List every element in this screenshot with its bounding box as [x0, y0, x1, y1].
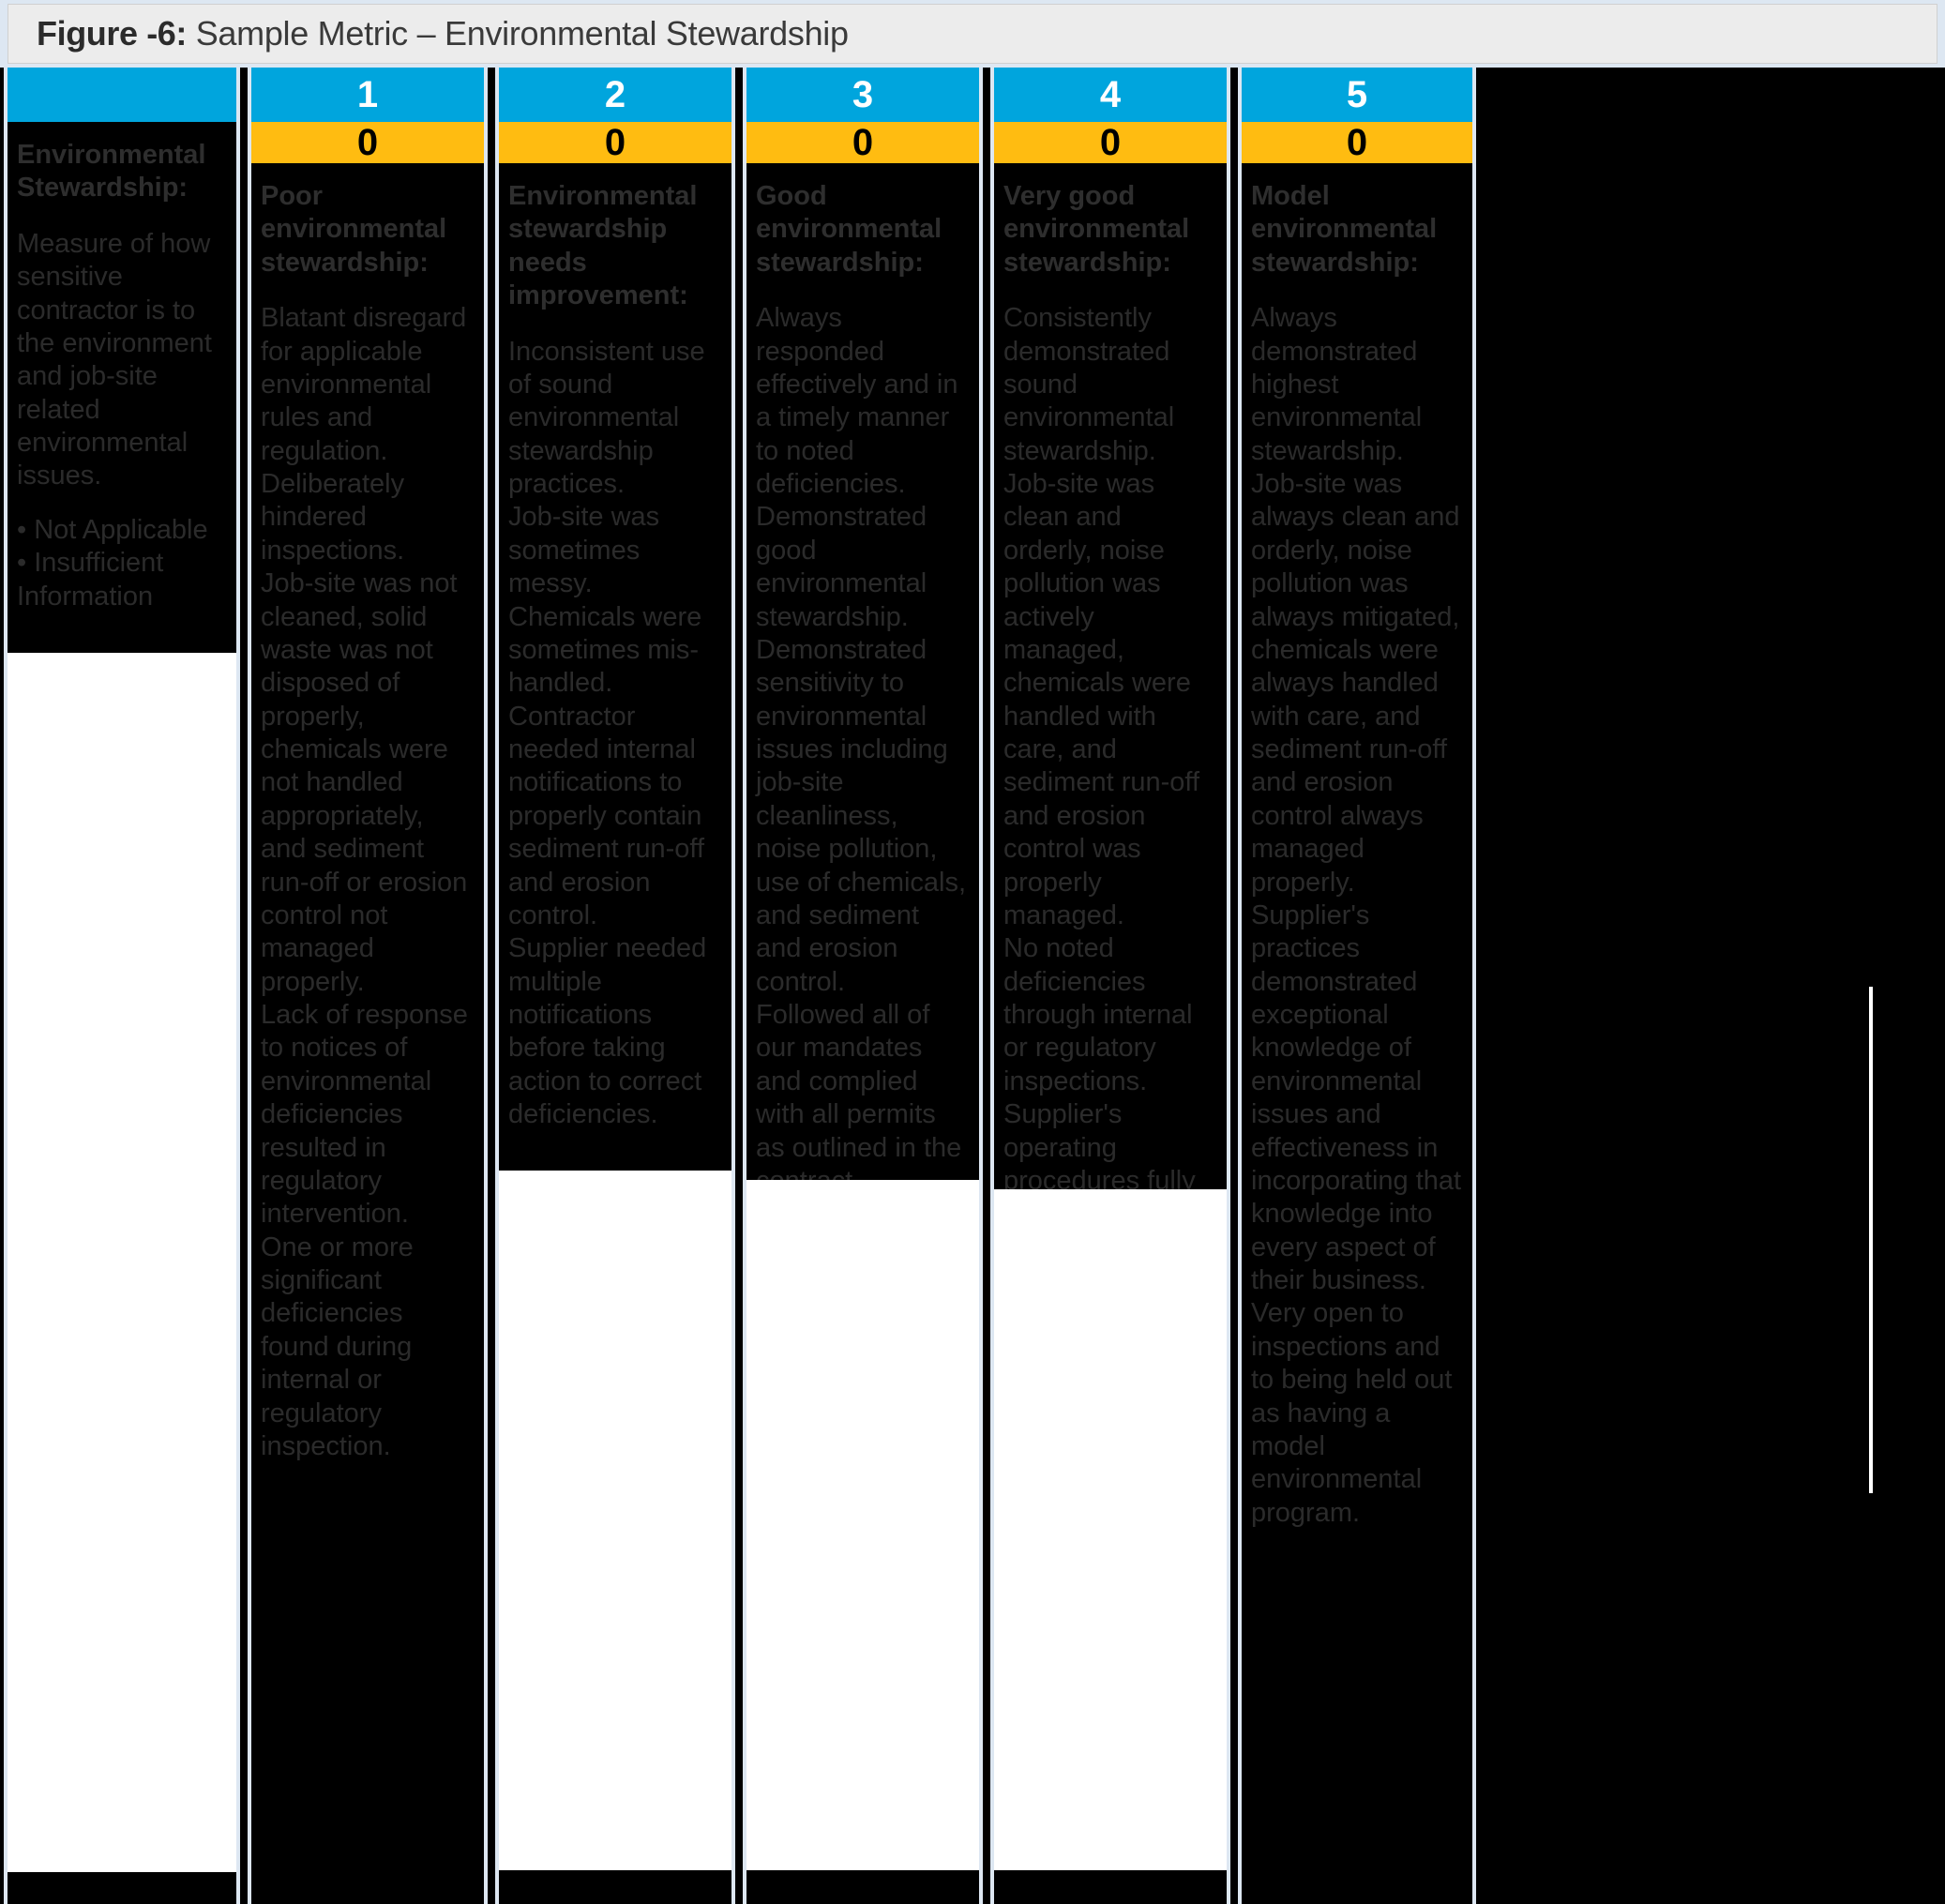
rating-heading-5: Model environmental stewardship: — [1251, 181, 1438, 278]
column-foot-1 — [251, 1863, 484, 1904]
rating-heading-3: Good environmental stewardship: — [756, 181, 942, 278]
rating-scale-board: Environmental Stewardship: Measure of ho… — [0, 68, 1945, 1904]
column-foot-3 — [746, 1870, 979, 1904]
column-number-badge-0 — [8, 68, 236, 122]
list-item: Not Applicable — [17, 514, 227, 547]
column-rating-1: 1 0 Poor environmental stewardship: Blat… — [248, 68, 488, 1904]
column-number-badge-4: 4 — [994, 68, 1227, 122]
rating-panel-5: Model environmental stewardship: Always … — [1242, 163, 1472, 1904]
figure-number-label: Figure -6: — [37, 14, 188, 53]
rating-body-5: Always demonstrated highest environmenta… — [1251, 303, 1462, 1528]
metric-definition-panel: Environmental Stewardship: Measure of ho… — [8, 122, 236, 653]
rating-body-4: Consistently demonstrated sound environm… — [1003, 303, 1200, 1189]
figure-page: Figure -6: Sample Metric – Environmental… — [0, 0, 1945, 1904]
rating-panel-4: Very good environmental stewardship: Con… — [994, 163, 1227, 1189]
column-filler-3 — [746, 1180, 979, 1870]
metric-definition-bullets: Not Applicable Insufficient Information — [17, 514, 227, 613]
rating-panel-3: Good environmental stewardship: Always r… — [746, 163, 979, 1180]
column-score-badge-1: 0 — [251, 122, 484, 163]
metric-definition-body: Measure of how sensitive contractor is t… — [17, 228, 212, 491]
rating-panel-2: Environmental stewardship needs improvem… — [499, 163, 731, 1171]
column-metric-definition: Environmental Stewardship: Measure of ho… — [4, 68, 240, 1904]
figure-title-text: Sample Metric – Environmental Stewardshi… — [187, 14, 849, 53]
column-filler-4 — [994, 1189, 1227, 1870]
stray-vertical-rule — [1869, 987, 1873, 1493]
column-number-badge-2: 2 — [499, 68, 731, 122]
column-number-badge-5: 5 — [1242, 68, 1472, 122]
rating-heading-2: Environmental stewardship needs improvem… — [508, 181, 698, 311]
column-rating-2: 2 0 Environmental stewardship needs impr… — [495, 68, 735, 1904]
rating-body-3: Always responded effectively and in a ti… — [756, 303, 967, 1180]
column-rating-4: 4 0 Very good environmental stewardship:… — [990, 68, 1230, 1904]
column-foot-0 — [8, 1872, 236, 1904]
column-rating-5: 5 0 Model environmental stewardship: Alw… — [1238, 68, 1476, 1904]
column-foot-4 — [994, 1870, 1227, 1904]
column-score-badge-4: 0 — [994, 122, 1227, 163]
column-number-badge-1: 1 — [251, 68, 484, 122]
figure-caption-bar: Figure -6: Sample Metric – Environmental… — [8, 4, 1937, 64]
column-score-badge-3: 0 — [746, 122, 979, 163]
column-foot-2 — [499, 1870, 731, 1904]
column-filler-2 — [499, 1171, 731, 1870]
column-score-badge-5: 0 — [1242, 122, 1472, 163]
column-number-badge-3: 3 — [746, 68, 979, 122]
column-rating-3: 3 0 Good environmental stewardship: Alwa… — [743, 68, 983, 1904]
rating-body-1: Blatant disregard for applicable environ… — [261, 303, 468, 1461]
list-item: Insufficient Information — [17, 547, 227, 613]
rating-body-2: Inconsistent use of sound environmental … — [508, 336, 707, 1130]
column-filler-0 — [8, 653, 236, 1872]
rating-heading-4: Very good environmental stewardship: — [1003, 181, 1190, 278]
rating-heading-1: Poor environmental stewardship: — [261, 181, 447, 278]
column-score-badge-2: 0 — [499, 122, 731, 163]
rating-panel-1: Poor environmental stewardship: Blatant … — [251, 163, 484, 1863]
metric-definition-heading: Environmental Stewardship: — [17, 140, 206, 204]
